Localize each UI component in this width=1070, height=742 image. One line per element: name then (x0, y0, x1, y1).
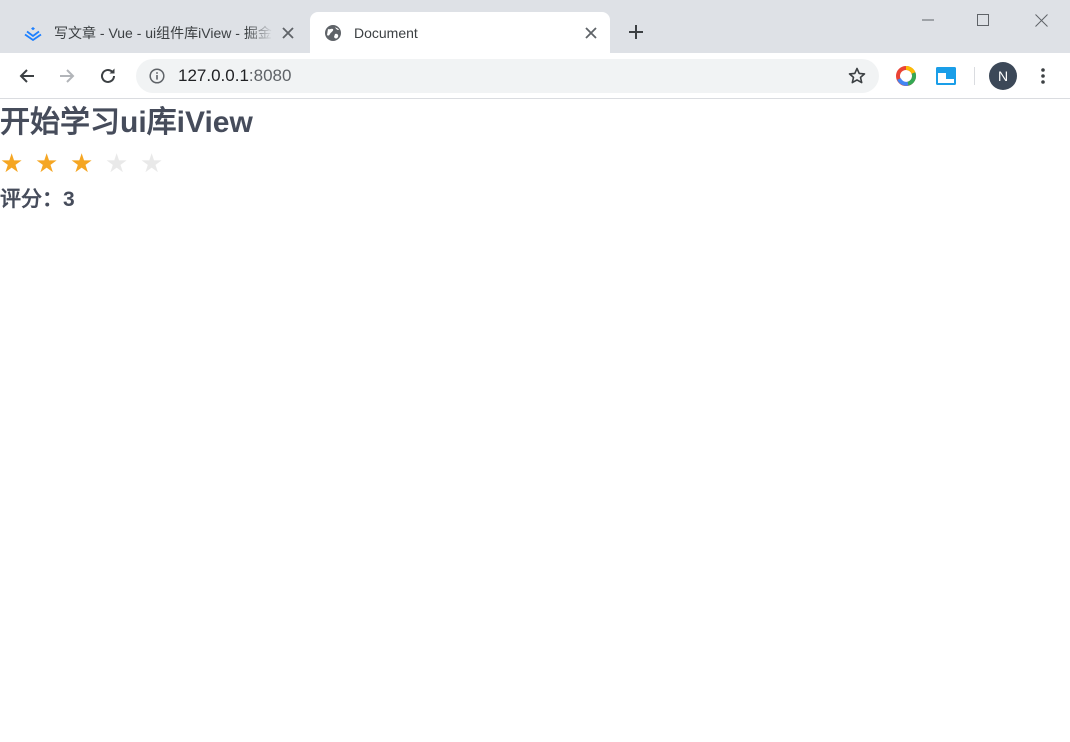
rating-star-icon[interactable]: ★ (35, 146, 70, 182)
ring-extension-icon[interactable] (895, 65, 917, 87)
new-tab-button[interactable] (623, 19, 649, 45)
bookmark-star-icon[interactable] (847, 66, 867, 86)
plus-icon (629, 25, 643, 39)
arrow-right-icon (60, 69, 75, 83)
tab-title: Document (354, 25, 418, 41)
address-bar[interactable]: 127.0.0.1:8080 (136, 59, 879, 93)
tab-juejin[interactable]: 写文章 - Vue - ui组件库iView - 掘金 (12, 12, 307, 53)
star-rating[interactable]: ★ ★ ★ ★ ★ (0, 146, 175, 182)
close-icon (1034, 13, 1048, 27)
window-close-button[interactable] (1027, 8, 1055, 32)
more-vertical-icon[interactable] (1031, 64, 1055, 88)
profile-avatar[interactable]: N (989, 62, 1017, 90)
url-port: :8080 (248, 66, 292, 85)
maximize-icon (977, 14, 989, 26)
juejin-logo-icon (24, 24, 42, 42)
url-text[interactable]: 127.0.0.1:8080 (178, 67, 291, 85)
page-viewport: 开始学习ui库iView ★ ★ ★ ★ ★ 评分：3 (0, 100, 1070, 742)
reload-icon (101, 68, 115, 83)
url-host: 127.0.0.1 (178, 66, 249, 85)
globe-icon (324, 24, 342, 42)
back-button[interactable] (15, 64, 39, 88)
rating-star-icon[interactable]: ★ (140, 146, 175, 182)
tab-close-icon[interactable] (582, 24, 600, 42)
info-icon[interactable] (148, 67, 166, 85)
window-minimize-button[interactable] (914, 8, 942, 32)
toolbar-divider (974, 67, 975, 85)
rating-star-icon[interactable]: ★ (105, 146, 140, 182)
page-title: 开始学习ui库iView (0, 106, 253, 139)
window-maximize-button[interactable] (969, 8, 997, 32)
forward-button[interactable] (55, 64, 79, 88)
reload-button[interactable] (96, 64, 120, 88)
arrow-left-icon (19, 69, 34, 83)
tab-title: 写文章 - Vue - ui组件库iView - 掘金 (54, 25, 272, 41)
browser-toolbar: 127.0.0.1:8080 N (0, 53, 1070, 99)
cast-extension-icon[interactable] (935, 65, 957, 87)
tab-close-icon[interactable] (279, 24, 297, 42)
rating-star-icon[interactable]: ★ (70, 146, 105, 182)
rating-star-icon[interactable]: ★ (0, 146, 35, 182)
tab-strip: 写文章 - Vue - ui组件库iView - 掘金 Document (0, 0, 1070, 53)
tab-document[interactable]: Document (310, 12, 610, 53)
score-text: 评分：3 (0, 188, 75, 211)
minimize-icon (922, 19, 934, 21)
